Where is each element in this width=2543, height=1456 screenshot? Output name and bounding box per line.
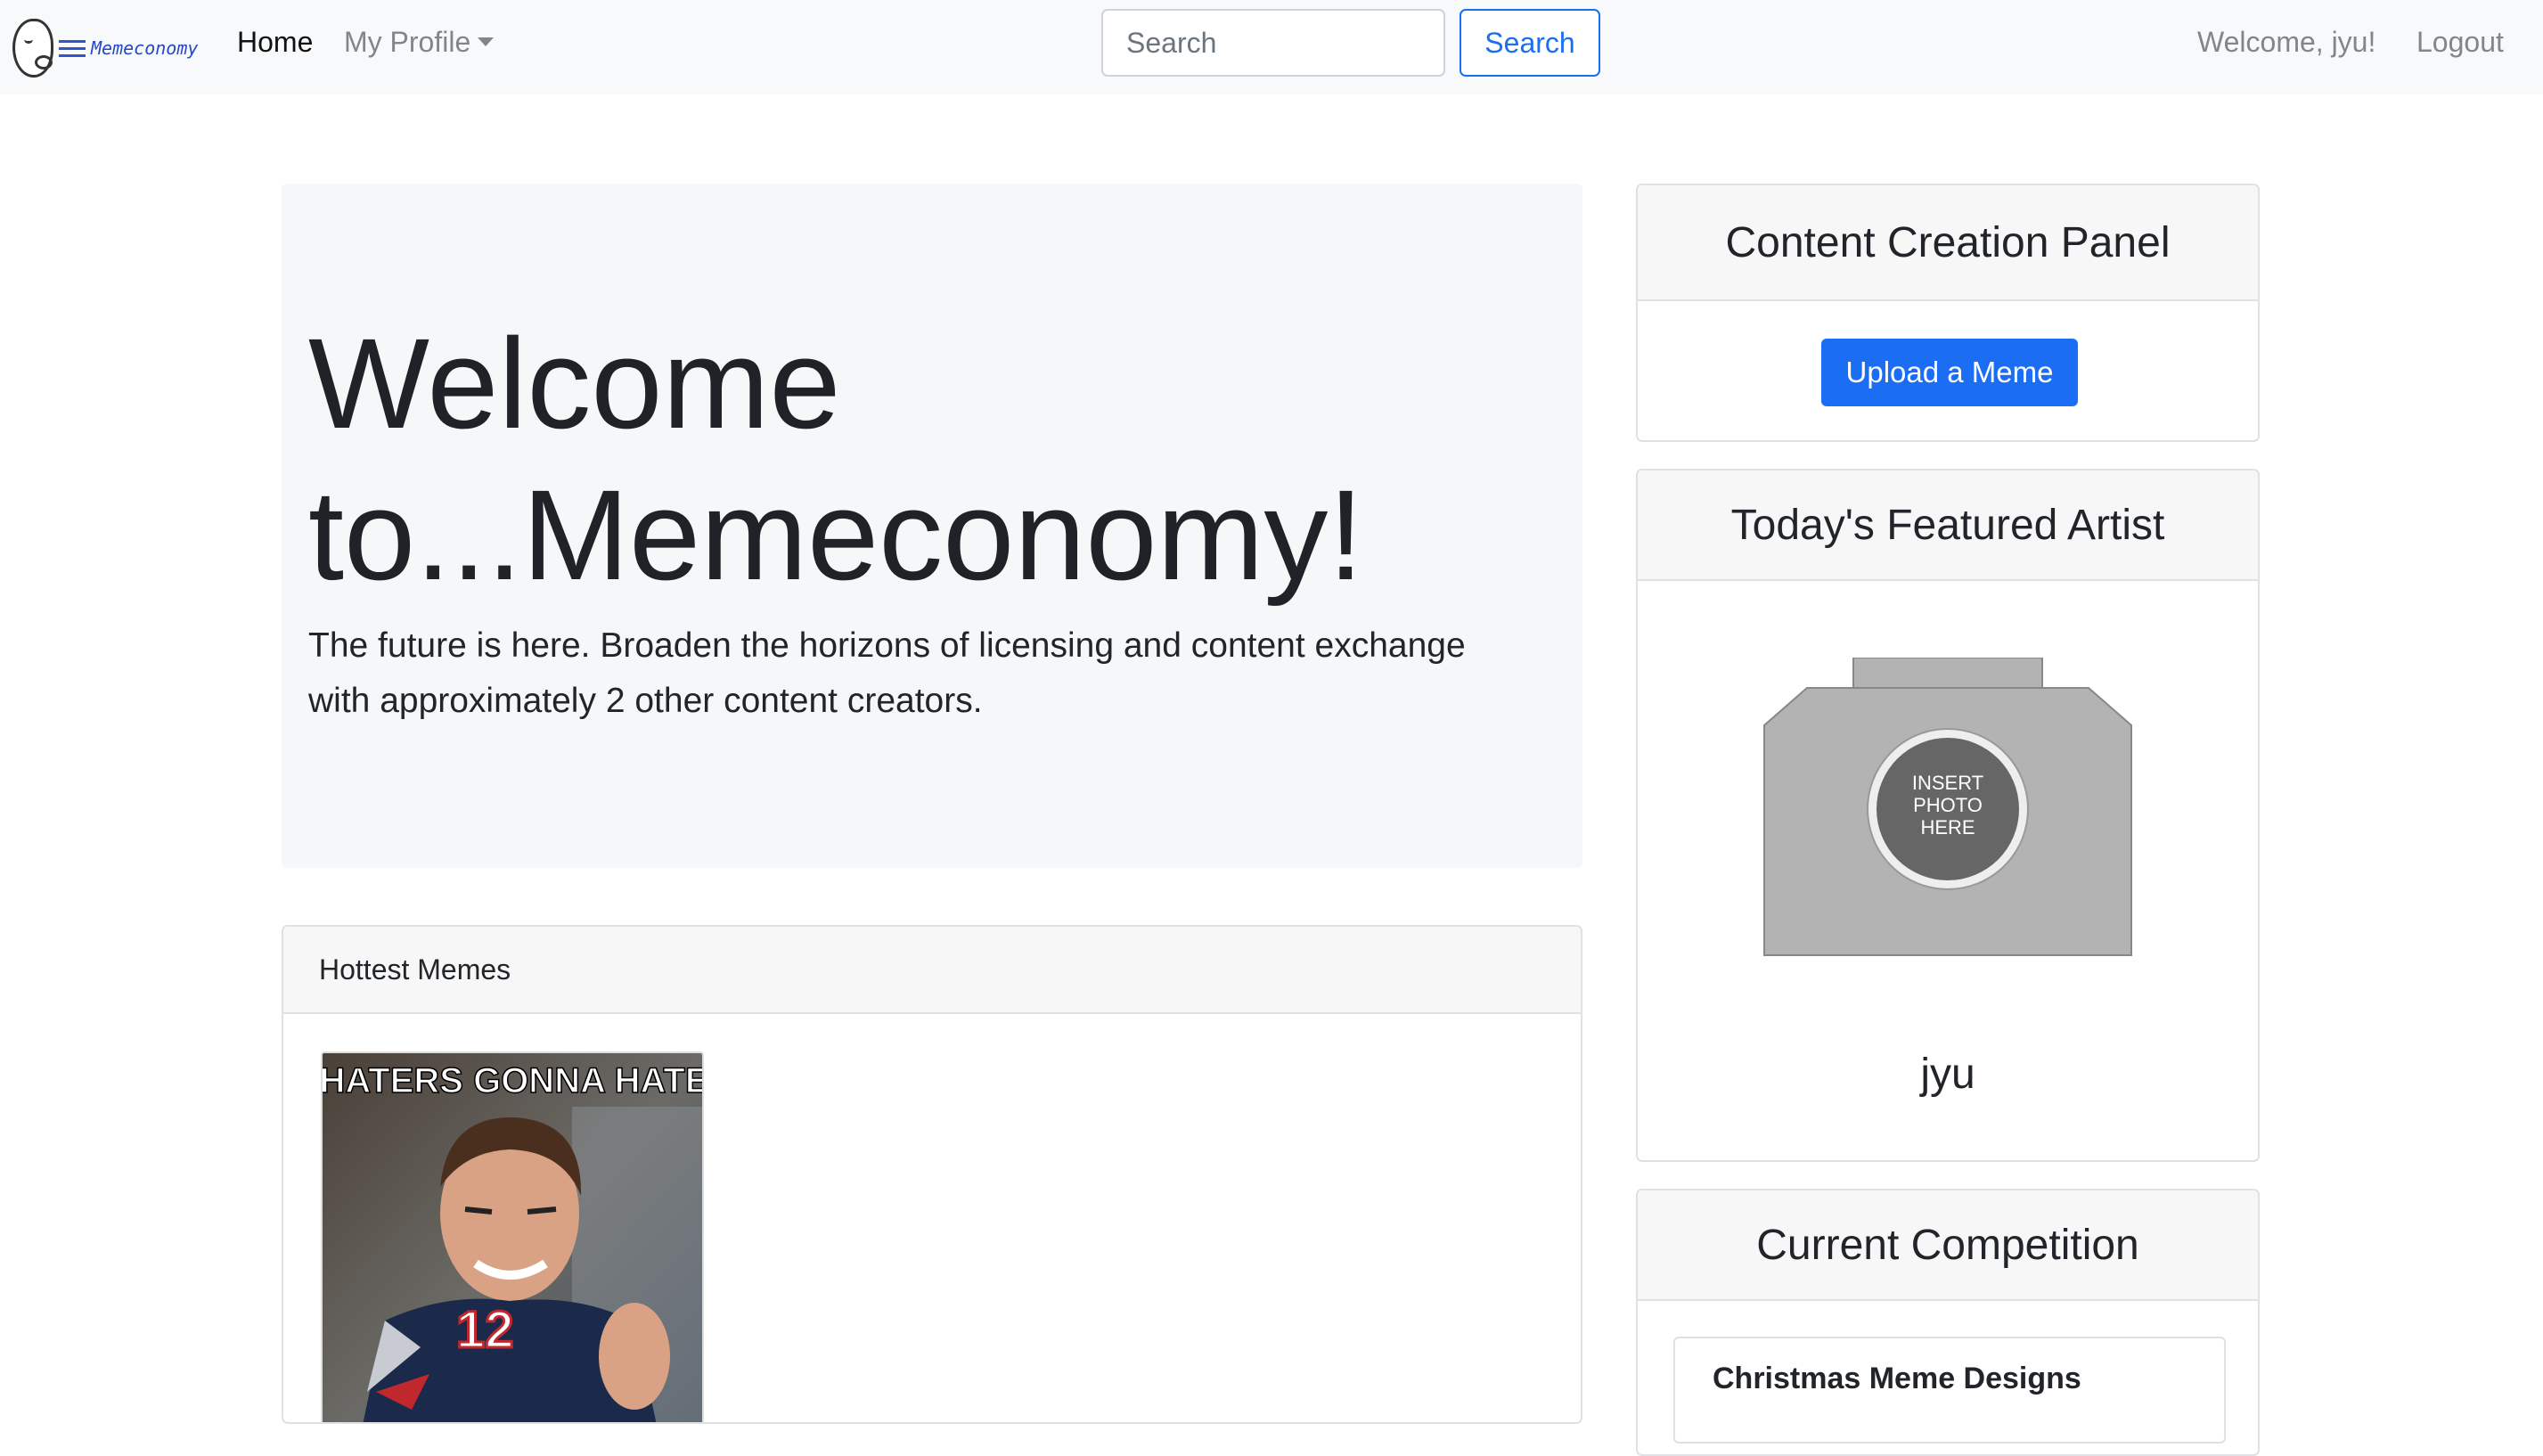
upload-meme-button[interactable]: Upload a Meme	[1821, 339, 2078, 406]
brand-text: Memeconomy	[91, 37, 199, 59]
current-competition-header: Current Competition	[1638, 1190, 2258, 1301]
creator-count: 2	[605, 682, 626, 720]
competition-item[interactable]: Christmas Meme Designs	[1673, 1337, 2226, 1444]
jersey-number: 12	[456, 1301, 514, 1359]
featured-artist-title: Today's Featured Artist	[1730, 501, 2165, 549]
lead-text: The future is here. Broaden the horizons…	[308, 618, 1520, 729]
nav-home-link[interactable]: Home	[237, 23, 313, 61]
meme-image: 12 HATERS GONNA HATE	[323, 1053, 704, 1422]
trollface-icon	[12, 19, 53, 78]
photo-placeholder-line1: INSERT	[1912, 772, 1983, 794]
hottest-memes-header: Hottest Memes	[283, 927, 1581, 1014]
search-button[interactable]: Search	[1460, 9, 1600, 77]
brand-logo[interactable]: Memeconomy	[12, 12, 200, 84]
hottest-memes-card: Hottest Memes 12 HATERS GONNA HATE	[282, 925, 1582, 1424]
camera-placeholder-icon[interactable]: INSERT PHOTO HERE	[1762, 658, 2133, 957]
meme-thumbnail[interactable]: 12 HATERS GONNA HATE	[321, 1051, 704, 1422]
content-creation-header: Content Creation Panel	[1638, 185, 2258, 301]
featured-artist-card: Today's Featured Artist INSERT PHOTO HER…	[1636, 469, 2260, 1162]
speed-lines-icon	[59, 39, 86, 57]
competition-item-title: Christmas Meme Designs	[1713, 1362, 2081, 1395]
welcome-jumbotron: Welcome to...Memeconomy! The future is h…	[282, 184, 1582, 868]
caret-down-icon	[478, 37, 495, 46]
hottest-memes-title: Hottest Memes	[319, 953, 511, 986]
search-input[interactable]	[1101, 9, 1445, 77]
navbar: Memeconomy Home My Profile Search Welcom…	[0, 0, 2543, 94]
logout-link[interactable]: Logout	[2416, 23, 2504, 61]
nav-my-profile-label: My Profile	[344, 26, 471, 58]
content-creation-title: Content Creation Panel	[1725, 218, 2171, 266]
current-competition-title: Current Competition	[1756, 1221, 2139, 1269]
featured-artist-header: Today's Featured Artist	[1638, 470, 2258, 581]
lead-suffix: other content creators.	[625, 682, 983, 720]
page-title: Welcome to...Memeconomy!	[308, 312, 1364, 607]
nav-my-profile-dropdown[interactable]: My Profile	[344, 23, 495, 61]
featured-artist-name[interactable]: jyu	[1638, 1050, 2258, 1099]
meme-caption: HATERS GONNA HATE	[323, 1061, 704, 1100]
photo-placeholder-line2: PHOTO	[1913, 794, 1983, 816]
welcome-user-text: Welcome, jyu!	[2197, 26, 2376, 58]
photo-placeholder-line3: HERE	[1920, 816, 1975, 838]
current-competition-card: Current Competition Christmas Meme Desig…	[1636, 1189, 2260, 1456]
content-creation-panel: Content Creation Panel Upload a Meme	[1636, 184, 2260, 442]
